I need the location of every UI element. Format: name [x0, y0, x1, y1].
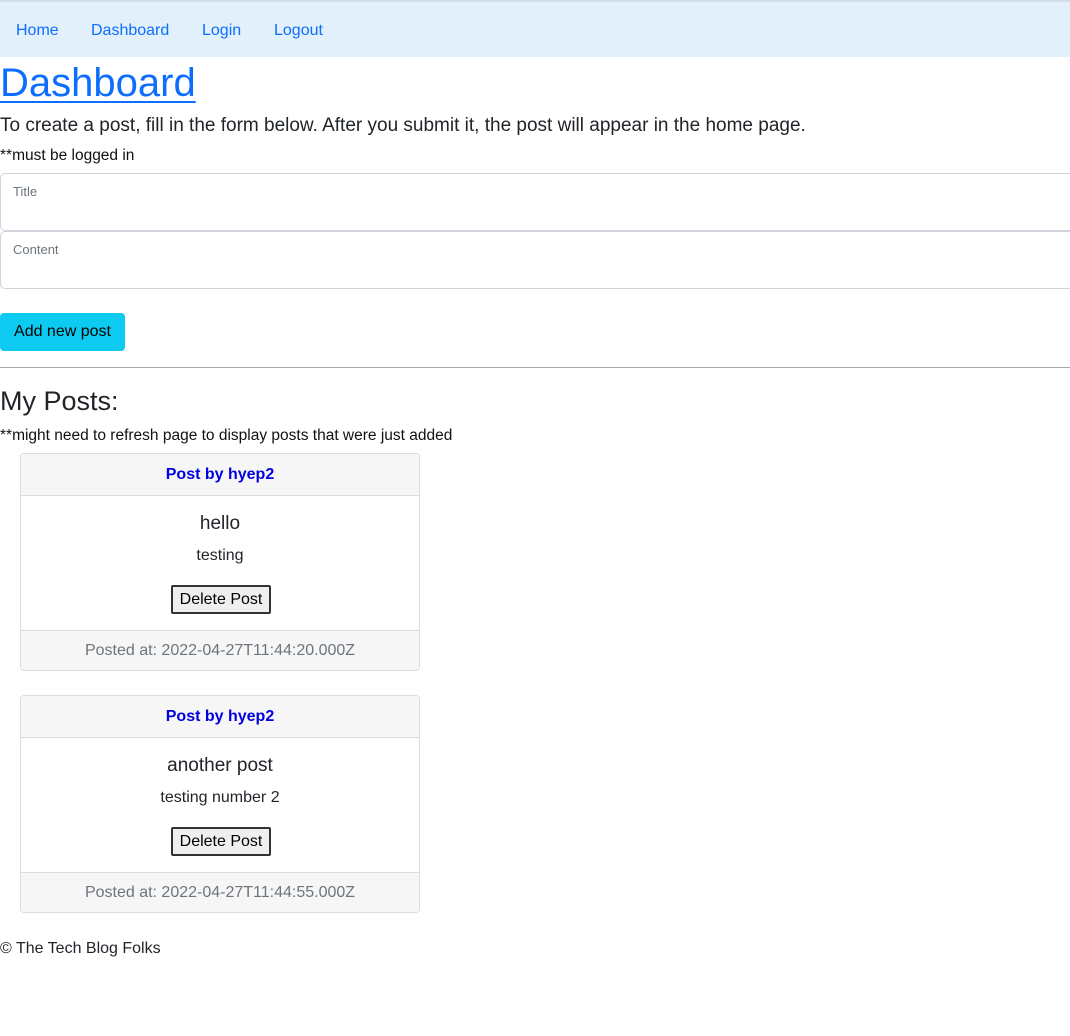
nav-link-login[interactable]: Login: [202, 21, 241, 41]
title-field[interactable]: Title: [0, 173, 1070, 231]
content-field-label: Content: [13, 242, 59, 257]
delete-post-button[interactable]: Delete Post: [171, 827, 271, 856]
login-note: **must be logged in: [0, 147, 135, 164]
post-title: hello: [199, 513, 241, 534]
post-card-footer: Posted at: 2022-04-27T11:44:20.000Z: [21, 630, 419, 670]
post-card-body: hello testing Delete Post: [21, 496, 419, 630]
nav-link-dashboard[interactable]: Dashboard: [91, 21, 169, 41]
title-field-label: Title: [13, 184, 38, 199]
delete-post-button[interactable]: Delete Post: [171, 585, 271, 614]
intro-text: To create a post, fill in the form below…: [0, 115, 806, 136]
post-title: another post: [167, 755, 273, 776]
post-card-header: Post by hyep2: [21, 454, 419, 496]
page-title[interactable]: Dashboard: [0, 58, 196, 108]
post-card: Post by hyep2 another post testing numbe…: [20, 695, 420, 913]
post-card: Post by hyep2 hello testing Delete Post …: [20, 453, 420, 671]
post-content: testing: [196, 547, 244, 564]
add-new-post-button[interactable]: Add new post: [0, 313, 125, 351]
post-card-header: Post by hyep2: [21, 696, 419, 738]
post-content: testing number 2: [160, 789, 280, 806]
content-field[interactable]: Content: [0, 231, 1070, 289]
nav-link-logout[interactable]: Logout: [274, 21, 323, 41]
nav-link-home[interactable]: Home: [16, 21, 59, 41]
section-divider: [0, 367, 1070, 368]
refresh-note: **might need to refresh page to display …: [0, 427, 453, 444]
my-posts-heading: My Posts:: [0, 386, 119, 416]
post-card-footer: Posted at: 2022-04-27T11:44:55.000Z: [21, 872, 419, 912]
page-footer: © The Tech Blog Folks: [0, 940, 161, 957]
top-navbar: Home Dashboard Login Logout: [0, 0, 1070, 57]
post-card-body: another post testing number 2 Delete Pos…: [21, 738, 419, 872]
